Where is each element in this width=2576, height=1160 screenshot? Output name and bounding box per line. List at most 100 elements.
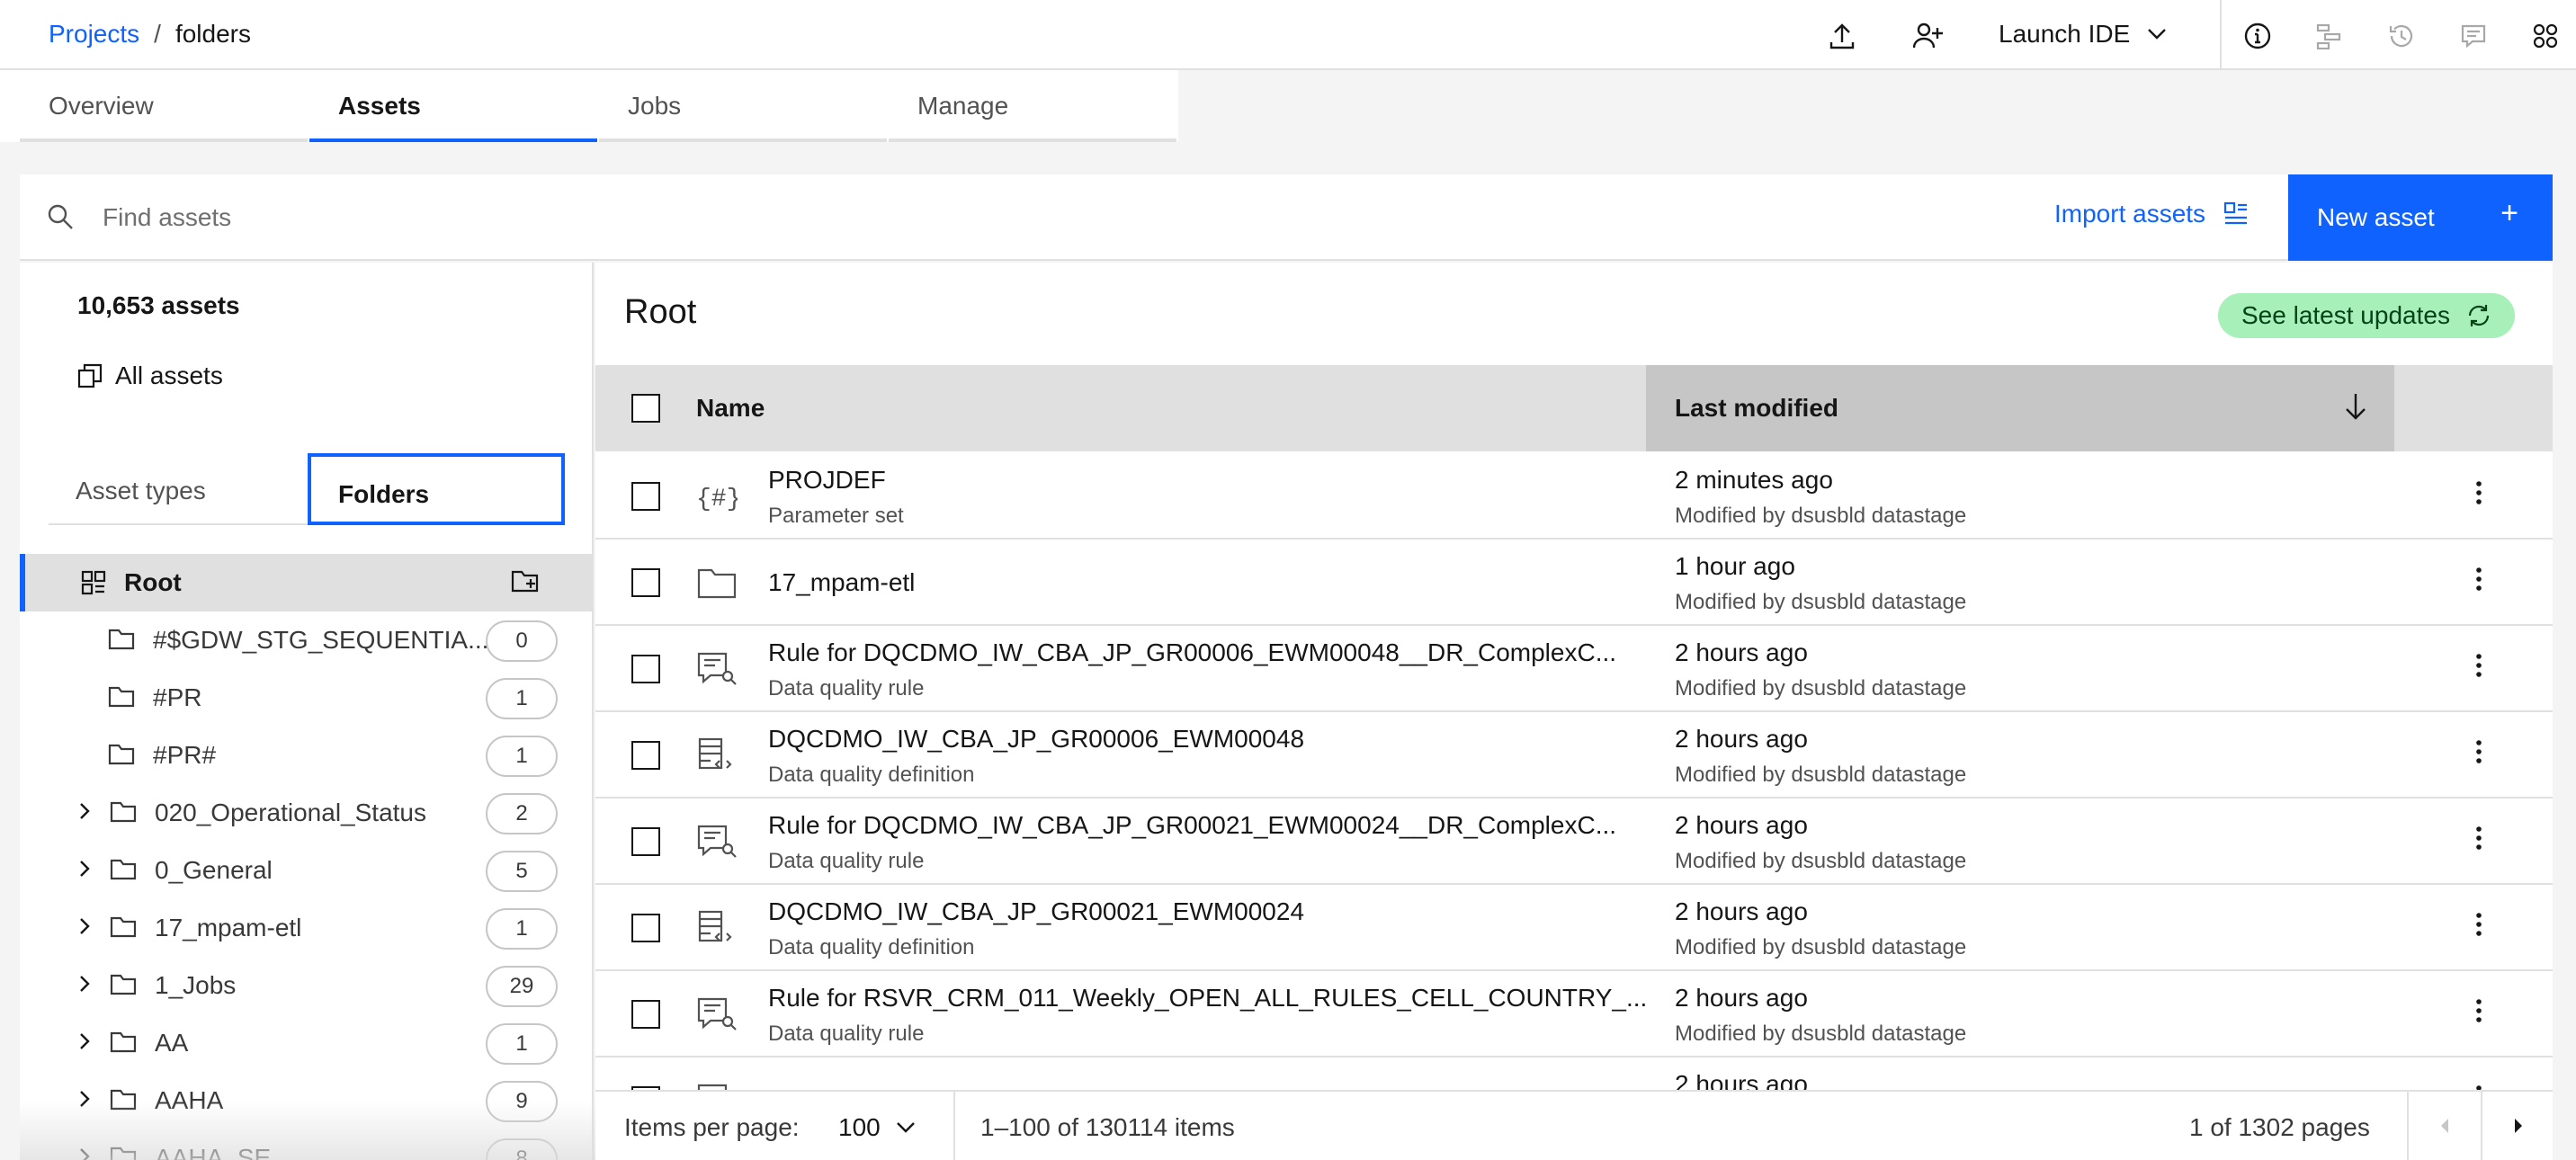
launch-ide-menu[interactable]: Launch IDE bbox=[1999, 20, 2167, 49]
table-row[interactable]: DQCDMO_IW_CBA_JP_GR00006_EWM00048 Data qu… bbox=[595, 712, 2553, 799]
root-grid-icon bbox=[81, 570, 106, 595]
tree-folder-label: #PR bbox=[153, 683, 202, 711]
folder-icon bbox=[108, 628, 135, 651]
tree-folder-020-operational-status[interactable]: 020_Operational_Status 2 bbox=[20, 784, 592, 842]
tree-folder-aaha-se[interactable]: AAHA_SE 8 bbox=[20, 1129, 592, 1160]
chevron-right-icon[interactable] bbox=[79, 1032, 90, 1050]
asset-name-link[interactable]: DQCDMO_IW_CBA_JP_GR00006_EWM00048 bbox=[768, 725, 1304, 754]
folder-icon bbox=[108, 743, 135, 766]
chevron-right-icon[interactable] bbox=[79, 1090, 90, 1108]
tree-root[interactable]: Root bbox=[20, 554, 592, 611]
row-checkbox[interactable] bbox=[631, 914, 660, 942]
asset-name-link[interactable]: DQCDMO_IW_CBA_JP_GR00021_EWM00024 bbox=[768, 897, 1304, 926]
tree-folder-gdw-stg-sequentia[interactable]: #$GDW_STG_SEQUENTIA... 0 bbox=[20, 611, 592, 669]
tree-folder-pr[interactable]: #PR 1 bbox=[20, 669, 592, 727]
asset-name-link[interactable]: Rule for DQCDMO_IW_CBA_JP_GR00021_EWM000… bbox=[768, 811, 1616, 840]
column-last-modified-header[interactable]: Last modified bbox=[1675, 394, 1838, 423]
see-latest-updates-button[interactable]: See latest updates bbox=[2218, 293, 2515, 338]
folder-count-badge: 1 bbox=[486, 1023, 558, 1065]
assets-toolbar: Import assets New asset + bbox=[20, 174, 2553, 261]
tree-folder-aaha[interactable]: AAHA 9 bbox=[20, 1072, 592, 1129]
new-asset-button[interactable]: New asset + bbox=[2288, 174, 2553, 261]
search-input[interactable] bbox=[103, 194, 1092, 241]
overflow-menu-icon[interactable] bbox=[2475, 912, 2482, 937]
info-button[interactable] bbox=[2238, 16, 2277, 56]
asset-count: 10,653 assets bbox=[77, 291, 240, 319]
plus-icon: + bbox=[2500, 196, 2518, 230]
modified-time: 2 hours ago bbox=[1675, 638, 1808, 666]
modified-by: Modified by dsusbld datastage bbox=[1675, 763, 1967, 787]
switch-asset-types[interactable]: Asset types bbox=[49, 453, 308, 525]
chevron-right-icon[interactable] bbox=[79, 975, 90, 993]
tab-jobs[interactable]: Jobs bbox=[599, 70, 887, 142]
asset-name-link[interactable]: Rule for DQCDMO_IW_CBA_JP_GR00006_EWM000… bbox=[768, 638, 1616, 667]
breadcrumb-current: folders bbox=[174, 20, 251, 48]
history-button[interactable] bbox=[2382, 16, 2421, 56]
tree-folder-17-mpam-etl[interactable]: 17_mpam-etl 1 bbox=[20, 899, 592, 957]
row-checkbox[interactable] bbox=[631, 568, 660, 597]
column-name-header[interactable]: Name bbox=[696, 394, 765, 423]
chevron-right-icon[interactable] bbox=[79, 860, 90, 878]
asset-name-link[interactable]: PROJDEF bbox=[768, 466, 886, 495]
add-folder-icon[interactable] bbox=[511, 568, 540, 593]
table-row[interactable]: Rule for DQCDMO_IW_CBA_JP_GR00006_EWM000… bbox=[595, 626, 2553, 712]
asset-name-link[interactable]: Rule for RSVR_CRM_011_Weekly_OPEN_ALL_RU… bbox=[768, 984, 1647, 1013]
row-checkbox[interactable] bbox=[631, 655, 660, 683]
overflow-menu-icon[interactable] bbox=[2475, 825, 2482, 851]
overflow-menu-icon[interactable] bbox=[2475, 653, 2482, 678]
overflow-menu-icon[interactable] bbox=[2475, 739, 2482, 764]
tab-overview[interactable]: Overview bbox=[20, 70, 308, 142]
row-checkbox[interactable] bbox=[631, 741, 660, 770]
tab-manage[interactable]: Manage bbox=[889, 70, 1176, 142]
tree-folder-label: #PR# bbox=[153, 741, 217, 769]
next-page-button[interactable] bbox=[2511, 1115, 2526, 1137]
dq-rule-icon bbox=[696, 651, 738, 687]
chevron-right-icon[interactable] bbox=[79, 1147, 90, 1160]
overflow-menu-icon[interactable] bbox=[2475, 998, 2482, 1023]
apps-button[interactable] bbox=[2526, 16, 2565, 56]
select-all-checkbox[interactable] bbox=[631, 394, 660, 423]
all-assets-link[interactable]: All assets bbox=[77, 361, 223, 390]
lineage-button[interactable] bbox=[2310, 16, 2349, 56]
tree-folder-0-general[interactable]: 0_General 5 bbox=[20, 842, 592, 899]
items-per-page-select[interactable]: 100 bbox=[838, 1113, 915, 1142]
overflow-menu-icon[interactable] bbox=[2475, 567, 2482, 592]
previous-page-button[interactable] bbox=[2437, 1115, 2452, 1137]
asset-name-link[interactable]: 17_mpam-etl bbox=[768, 568, 915, 597]
page-count: 1 of 1302 pages bbox=[2189, 1113, 2370, 1141]
table-row[interactable]: 17_mpam-etl 1 hour ago Modified by dsusbld… bbox=[595, 540, 2553, 626]
table-row[interactable]: DQCDMO_IW_CBA_JP_GR00021_EWM00024 Data qu… bbox=[595, 885, 2553, 971]
row-checkbox[interactable] bbox=[631, 1000, 660, 1029]
breadcrumb-separator: / bbox=[154, 20, 161, 48]
row-checkbox[interactable] bbox=[631, 827, 660, 856]
comments-button[interactable] bbox=[2454, 16, 2493, 56]
see-latest-updates-label: See latest updates bbox=[2241, 301, 2450, 329]
tree-folder-aa[interactable]: AA 1 bbox=[20, 1014, 592, 1072]
import-assets-button[interactable]: Import assets bbox=[2054, 200, 2249, 228]
folder-count-badge: 29 bbox=[486, 966, 558, 1007]
upload-button[interactable] bbox=[1822, 16, 1862, 56]
tree-folder-pr[interactable]: #PR# 1 bbox=[20, 727, 592, 784]
table-row[interactable]: Rule for RSVR_CRM_011_Weekly_OPEN_ALL_RU… bbox=[595, 971, 2553, 1057]
breadcrumb-projects-link[interactable]: Projects bbox=[49, 20, 139, 49]
all-assets-label: All assets bbox=[115, 361, 223, 389]
row-checkbox[interactable] bbox=[631, 482, 660, 511]
add-collaborator-button[interactable] bbox=[1909, 16, 1948, 56]
sort-descending-icon[interactable] bbox=[2344, 392, 2367, 421]
switch-folders[interactable]: Folders bbox=[308, 453, 565, 525]
top-header: Projects / folders Launch IDE bbox=[0, 0, 2576, 70]
folder-count-badge: 8 bbox=[486, 1138, 558, 1160]
folder-count-badge: 2 bbox=[486, 793, 558, 834]
overflow-menu-icon[interactable] bbox=[2475, 480, 2482, 505]
modified-by: Modified by dsusbld datastage bbox=[1675, 849, 1967, 873]
chevron-right-icon[interactable] bbox=[79, 802, 90, 820]
table-row[interactable]: Rule for DQCDMO_IW_CBA_JP_GR00021_EWM000… bbox=[595, 799, 2553, 885]
asset-type: Data quality rule bbox=[768, 849, 925, 873]
modified-by: Modified by dsusbld datastage bbox=[1675, 935, 1967, 959]
pagination-bar: Items per page: 100 1–100 of 130114 item… bbox=[595, 1090, 2553, 1160]
chevron-right-icon[interactable] bbox=[79, 917, 90, 935]
tree-folder-1-jobs[interactable]: 1_Jobs 29 bbox=[20, 957, 592, 1014]
tab-assets[interactable]: Assets bbox=[309, 70, 597, 142]
table-row[interactable]: {#} PROJDEF Parameter set 2 minutes ago Modi… bbox=[595, 453, 2553, 540]
modified-time: 2 hours ago bbox=[1675, 897, 1808, 925]
